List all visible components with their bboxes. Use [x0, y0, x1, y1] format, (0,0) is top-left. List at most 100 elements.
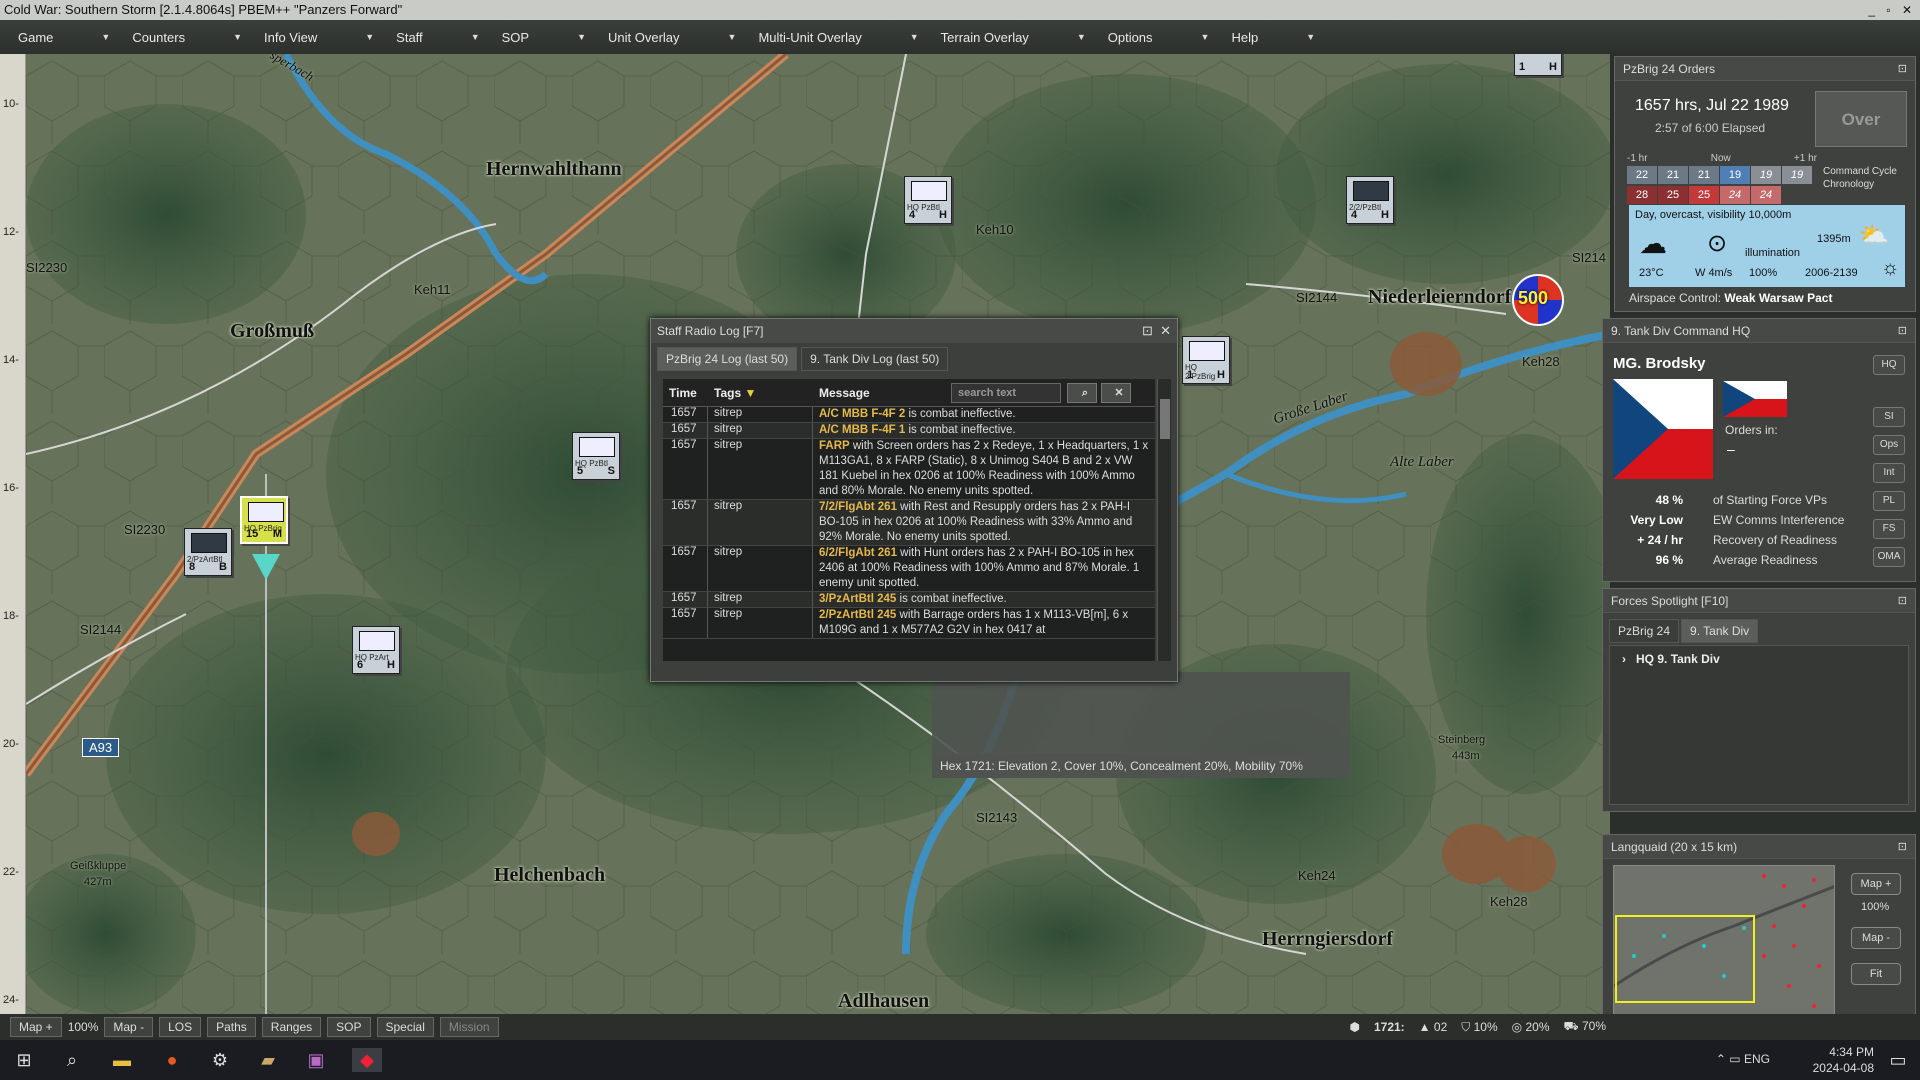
pin-icon[interactable]: ⊡: [1898, 835, 1907, 859]
chronology-label: Command Cycle Chronology: [1823, 166, 1897, 190]
unit-counter[interactable]: HQ 2/PzBrig 1 H: [1182, 336, 1230, 384]
menu-staff[interactable]: Staff ▼: [388, 30, 479, 45]
spotlight-item[interactable]: › HQ 9. Tank Div: [1622, 652, 1720, 666]
table-row[interactable]: 1657 sitrep A/C MBB F-4F 1 is combat ineff…: [663, 423, 1155, 439]
menu-bar: Game ▼ Counters ▼ Info View ▼ Staff ▼ SOP ▼ U…: [0, 20, 1920, 54]
menu-counters[interactable]: Counters ▼: [124, 30, 242, 45]
app-icon[interactable]: ▰: [256, 1048, 280, 1072]
tab-pzbrig-log[interactable]: PzBrig 24 Log (last 50): [657, 347, 798, 371]
app-icon[interactable]: ▣: [304, 1048, 328, 1072]
notifications-icon[interactable]: ▭: [1886, 1048, 1910, 1072]
menu-terrain-overlay[interactable]: Terrain Overlay ▼: [933, 30, 1086, 45]
table-row[interactable]: 1657 sitrep A/C MBB F-4F 2 is combat ineff…: [663, 407, 1155, 423]
road-label: Keh28: [1490, 894, 1528, 909]
unit-counter[interactable]: 2/PzArtBtl 8 B: [184, 528, 232, 576]
los-button[interactable]: LOS: [159, 1017, 202, 1037]
town-label: Helchenbach: [494, 864, 606, 886]
int-button[interactable]: Int: [1873, 463, 1905, 483]
close-icon[interactable]: ✕: [1160, 323, 1171, 338]
dropdown-arrow-icon: ▼: [727, 32, 737, 42]
window-controls[interactable]: _ ▫ ✕: [1868, 0, 1916, 20]
dropdown-arrow-icon: ▼: [1306, 32, 1316, 42]
search-input[interactable]: search text: [951, 383, 1061, 403]
unit-counter[interactable]: HQ PzBtl 5 S: [572, 432, 620, 480]
search-icon[interactable]: ⌕: [1067, 383, 1097, 403]
radio-log-scrollbar[interactable]: [1157, 379, 1171, 661]
menu-info-view[interactable]: Info View ▼: [256, 30, 374, 45]
search-icon[interactable]: ⌕: [60, 1048, 84, 1072]
windows-start-icon[interactable]: ⊞: [12, 1048, 36, 1072]
menu-options[interactable]: Options ▼: [1100, 30, 1210, 45]
ops-button[interactable]: Ops: [1873, 435, 1905, 455]
tab-tank-div[interactable]: 9. Tank Div: [1681, 619, 1759, 643]
browser-icon[interactable]: ●: [160, 1048, 184, 1072]
unit-counter-selected[interactable]: HQ PzBrig 15 M: [240, 496, 288, 544]
road-label: Keh28: [1522, 354, 1560, 369]
map-row-ruler: 10- 12- 14- 16- 18- 20- 22- 24-: [0, 54, 26, 1014]
staff-radio-log-window[interactable]: Staff Radio Log [F7] ⊡ ✕ PzBrig 24 Log (…: [650, 318, 1178, 682]
pl-button[interactable]: PL: [1873, 491, 1905, 511]
table-row[interactable]: 1657 sitrep 7/2/FlgAbt 261 with Rest and R…: [663, 500, 1155, 546]
objective-marker[interactable]: 500: [1512, 274, 1564, 326]
paths-button[interactable]: Paths: [207, 1017, 256, 1037]
pin-icon[interactable]: ⊡: [1898, 319, 1907, 343]
pin-icon[interactable]: ⊡: [1898, 57, 1907, 81]
radio-log-table: Time Tags ▼ Message search text ⌕ ✕ 1657…: [663, 379, 1155, 661]
unit-counter[interactable]: 1 H: [1514, 54, 1562, 76]
expand-icon[interactable]: ›: [1622, 652, 1626, 666]
command-cycle-chronology: -1 hr Now +1 hr 22 21 21 19 19 19 28 25 25…: [1627, 153, 1817, 204]
table-row[interactable]: 1657 sitrep 6/2/FlgAbt 261 with Hunt order…: [663, 546, 1155, 592]
elevation-icon: ▲: [1418, 1020, 1431, 1034]
road-label: Keh11: [414, 282, 451, 297]
table-row[interactable]: 1657 sitrep FARP with Screen orders has 2 …: [663, 439, 1155, 500]
minimap-terrain: [1614, 866, 1834, 1032]
si-button[interactable]: SI: [1873, 407, 1905, 427]
system-tray[interactable]: ⌃ ▭ ENG: [1716, 1052, 1770, 1066]
play-icon[interactable]: ⊙: [1707, 229, 1727, 258]
road-label: SI2144: [80, 622, 122, 637]
weather-box: Day, overcast, visibility 10,000m ☁ ⊙ ⛅ …: [1629, 205, 1905, 287]
ranges-button[interactable]: Ranges: [261, 1017, 322, 1037]
map-zoom-out-button[interactable]: Map -: [104, 1017, 154, 1037]
mission-button[interactable]: Mission: [439, 1017, 499, 1037]
map-zoom-in-button[interactable]: Map +: [10, 1017, 62, 1037]
unit-counter[interactable]: HQ PzBtl 4 H: [904, 176, 952, 224]
turn-over-button[interactable]: Over: [1815, 91, 1907, 147]
oma-button[interactable]: OMA: [1873, 547, 1905, 567]
tab-tank-div-log[interactable]: 9. Tank Div Log (last 50): [801, 347, 949, 371]
unit-counter[interactable]: 2/2/PzBtl 4 H: [1346, 176, 1394, 224]
filter-icon[interactable]: ▼: [744, 386, 756, 400]
sop-button[interactable]: SOP: [327, 1017, 371, 1037]
window-title-bar: Cold War: Southern Storm [2.1.4.8064s] P…: [0, 0, 1920, 20]
radio-log-header[interactable]: Staff Radio Log [F7] ⊡ ✕: [651, 319, 1177, 343]
scrollbar-thumb[interactable]: [1160, 399, 1170, 439]
unit-counter[interactable]: HQ PzArt 6 H: [352, 626, 400, 674]
menu-help[interactable]: Help ▼: [1223, 30, 1315, 45]
special-button[interactable]: Special: [376, 1017, 434, 1037]
table-row[interactable]: 1657 sitrep 2/PzArtBtl 245 with Barrage or…: [663, 608, 1155, 639]
minimap-zoom-out-button[interactable]: Map -: [1851, 927, 1901, 949]
minimap[interactable]: [1613, 865, 1835, 1033]
nation-flag-small: [1723, 381, 1787, 417]
pin-icon[interactable]: ⊡: [1898, 589, 1907, 613]
window-title: Cold War: Southern Storm [2.1.4.8064s] P…: [4, 2, 403, 17]
dropdown-arrow-icon: ▼: [1200, 32, 1210, 42]
clock[interactable]: 4:34 PM 2024-04-08: [1813, 1044, 1874, 1076]
settings-gear-icon[interactable]: ⚙: [208, 1048, 232, 1072]
hq-button[interactable]: HQ: [1873, 355, 1905, 375]
minimap-zoom-in-button[interactable]: Map +: [1851, 873, 1901, 895]
tags-column-header[interactable]: Tags ▼: [708, 386, 813, 400]
cold-war-game-icon[interactable]: ◆: [352, 1048, 382, 1072]
file-explorer-icon[interactable]: ▬: [110, 1048, 134, 1072]
table-row[interactable]: 1657 sitrep 3/PzArtBtl 245 is combat ineff…: [663, 592, 1155, 608]
pin-icon[interactable]: ⊡: [1142, 323, 1153, 338]
menu-multi-unit-overlay[interactable]: Multi-Unit Overlay ▼: [750, 30, 918, 45]
fs-button[interactable]: FS: [1873, 519, 1905, 539]
tank-icon: [191, 533, 227, 553]
menu-unit-overlay[interactable]: Unit Overlay ▼: [600, 30, 736, 45]
clear-search-icon[interactable]: ✕: [1101, 383, 1131, 403]
menu-game[interactable]: Game ▼: [10, 30, 110, 45]
menu-sop[interactable]: SOP ▼: [494, 30, 586, 45]
minimap-fit-button[interactable]: Fit: [1851, 963, 1901, 985]
tab-pzbrig-24[interactable]: PzBrig 24: [1609, 619, 1680, 643]
